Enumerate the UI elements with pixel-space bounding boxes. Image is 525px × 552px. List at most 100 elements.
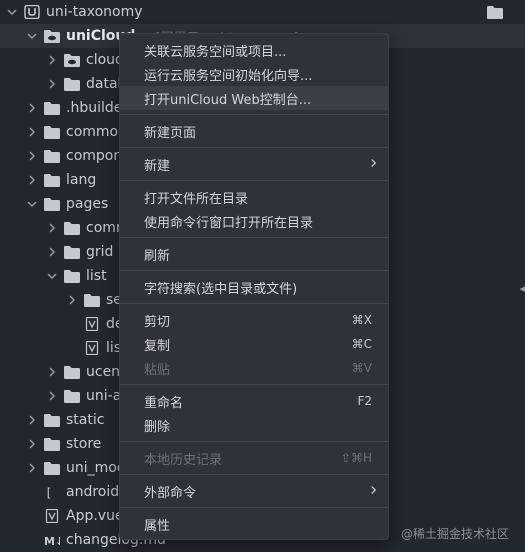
tree-item-label: common — [66, 124, 127, 140]
menu-open-containing-folder[interactable]: 打开文件所在目录 — [120, 185, 388, 209]
chevron-down-icon[interactable] — [26, 24, 38, 48]
menu-item-label: 粘贴 — [144, 362, 171, 378]
folder-icon — [44, 100, 60, 116]
tree-item-label: grid — [86, 244, 114, 260]
chevron-right-icon — [369, 484, 378, 498]
chevron-right-icon[interactable] — [26, 96, 38, 120]
menu-item-label: 新建 — [144, 158, 171, 174]
folder-icon — [44, 124, 60, 140]
menu-init-wizard[interactable]: 运行云服务空间初始化向导... — [120, 62, 388, 86]
menu-separator — [120, 237, 388, 238]
menu-item-label: 本地历史记录 — [144, 452, 223, 468]
folder-icon[interactable] — [487, 5, 503, 19]
menu-paste[interactable]: 粘贴 ⌘V — [120, 356, 388, 380]
menu-item-shortcut: ⇧⌘H — [340, 451, 372, 465]
md-file-icon: M↓ — [44, 532, 60, 548]
folder-icon — [44, 460, 60, 476]
chevron-right-icon[interactable] — [46, 72, 58, 96]
folder-icon — [44, 148, 60, 164]
menu-new-page[interactable]: 新建页面 — [120, 119, 388, 143]
chevron-down-icon[interactable] — [6, 0, 18, 24]
menu-item-label: 复制 — [144, 338, 171, 354]
menu-item-shortcut: ⌘C — [351, 337, 372, 351]
menu-item-label: 打开文件所在目录 — [144, 191, 249, 207]
chevron-right-icon[interactable] — [26, 120, 38, 144]
menu-rename[interactable]: 重命名 F2 — [120, 389, 388, 413]
menu-cut[interactable]: 剪切 ⌘X — [120, 308, 388, 332]
menu-search-text[interactable]: 字符搜索(选中目录或文件) — [120, 275, 388, 299]
menu-separator — [120, 384, 388, 385]
folder-icon — [64, 220, 80, 236]
chevron-down-icon[interactable] — [26, 192, 38, 216]
menu-separator — [120, 474, 388, 475]
tree-item-label: lang — [66, 172, 97, 188]
chevron-right-icon[interactable] — [46, 240, 58, 264]
menu-local-history[interactable]: 本地历史记录 ⇧⌘H — [120, 446, 388, 470]
menu-copy[interactable]: 复制 ⌘C — [120, 332, 388, 356]
chevron-right-icon[interactable] — [26, 432, 38, 456]
collapse-arrow-icon[interactable]: ◂ — [519, 282, 525, 295]
menu-item-label: 外部命令 — [144, 485, 197, 501]
chevron-right-icon[interactable] — [26, 456, 38, 480]
menu-link-cloud-space[interactable]: 关联云服务空间或项目... — [120, 38, 388, 62]
menu-open-in-terminal[interactable]: 使用命令行窗口打开所在目录 — [120, 209, 388, 233]
context-menu: 关联云服务空间或项目... 运行云服务空间初始化向导... 打开uniCloud W… — [119, 33, 389, 540]
menu-properties[interactable]: 属性 — [120, 512, 388, 536]
folder-icon — [64, 76, 80, 92]
menu-item-label: 剪切 — [144, 314, 171, 330]
menu-item-label: 字符搜索(选中目录或文件) — [144, 281, 298, 297]
tree-item-label: store — [66, 436, 102, 452]
menu-separator — [120, 303, 388, 304]
chevron-right-icon[interactable] — [46, 216, 58, 240]
menu-open-web-console[interactable]: 打开uniCloud Web控制台... — [120, 86, 388, 110]
folder-icon — [64, 388, 80, 404]
folder-icon — [64, 268, 80, 284]
menu-item-label: 重命名 — [144, 395, 184, 411]
menu-delete[interactable]: 删除 — [120, 413, 388, 437]
chevron-down-icon[interactable] — [46, 264, 58, 288]
folder-icon — [44, 436, 60, 452]
menu-item-label: 刷新 — [144, 248, 171, 264]
tree-item-label: App.vue — [66, 508, 124, 524]
menu-external-commands[interactable]: 外部命令 — [120, 479, 388, 503]
tree-item-label: list — [86, 268, 107, 284]
menu-item-label: 关联云服务空间或项目... — [144, 44, 287, 60]
menu-separator — [120, 147, 388, 148]
tree-item-label: pages — [66, 196, 109, 212]
folder-icon — [64, 244, 80, 260]
vue-file-icon — [44, 508, 60, 524]
chevron-right-icon[interactable] — [46, 384, 58, 408]
chevron-right-icon — [369, 157, 378, 171]
chevron-right-icon[interactable] — [26, 168, 38, 192]
json-file-icon: [ ] — [44, 484, 60, 500]
menu-item-label: 使用命令行窗口打开所在目录 — [144, 215, 314, 231]
vue-file-icon — [84, 316, 100, 332]
chevron-right-icon[interactable] — [26, 144, 38, 168]
folder-icon — [84, 292, 100, 308]
menu-separator — [120, 114, 388, 115]
chevron-right-icon[interactable] — [46, 48, 58, 72]
tree-item-label: uni-taxonomy — [46, 4, 143, 20]
chevron-right-icon[interactable] — [26, 408, 38, 432]
menu-separator — [120, 507, 388, 508]
cloud-folder-icon — [44, 28, 60, 44]
folder-icon — [44, 172, 60, 188]
vue-file-icon — [84, 340, 100, 356]
menu-item-shortcut: F2 — [357, 394, 372, 408]
chevron-right-icon[interactable] — [46, 360, 58, 384]
tree-row[interactable]: uni-taxonomy — [0, 0, 525, 24]
chevron-right-icon[interactable] — [66, 288, 78, 312]
menu-new[interactable]: 新建 — [120, 152, 388, 176]
menu-refresh[interactable]: 刷新 — [120, 242, 388, 266]
folder-icon — [64, 364, 80, 380]
svg-text:M↓: M↓ — [44, 535, 60, 547]
folder-icon — [44, 412, 60, 428]
menu-item-shortcut: ⌘V — [351, 361, 372, 375]
menu-separator — [120, 270, 388, 271]
menu-item-label: 新建页面 — [144, 125, 197, 141]
menu-separator — [120, 441, 388, 442]
